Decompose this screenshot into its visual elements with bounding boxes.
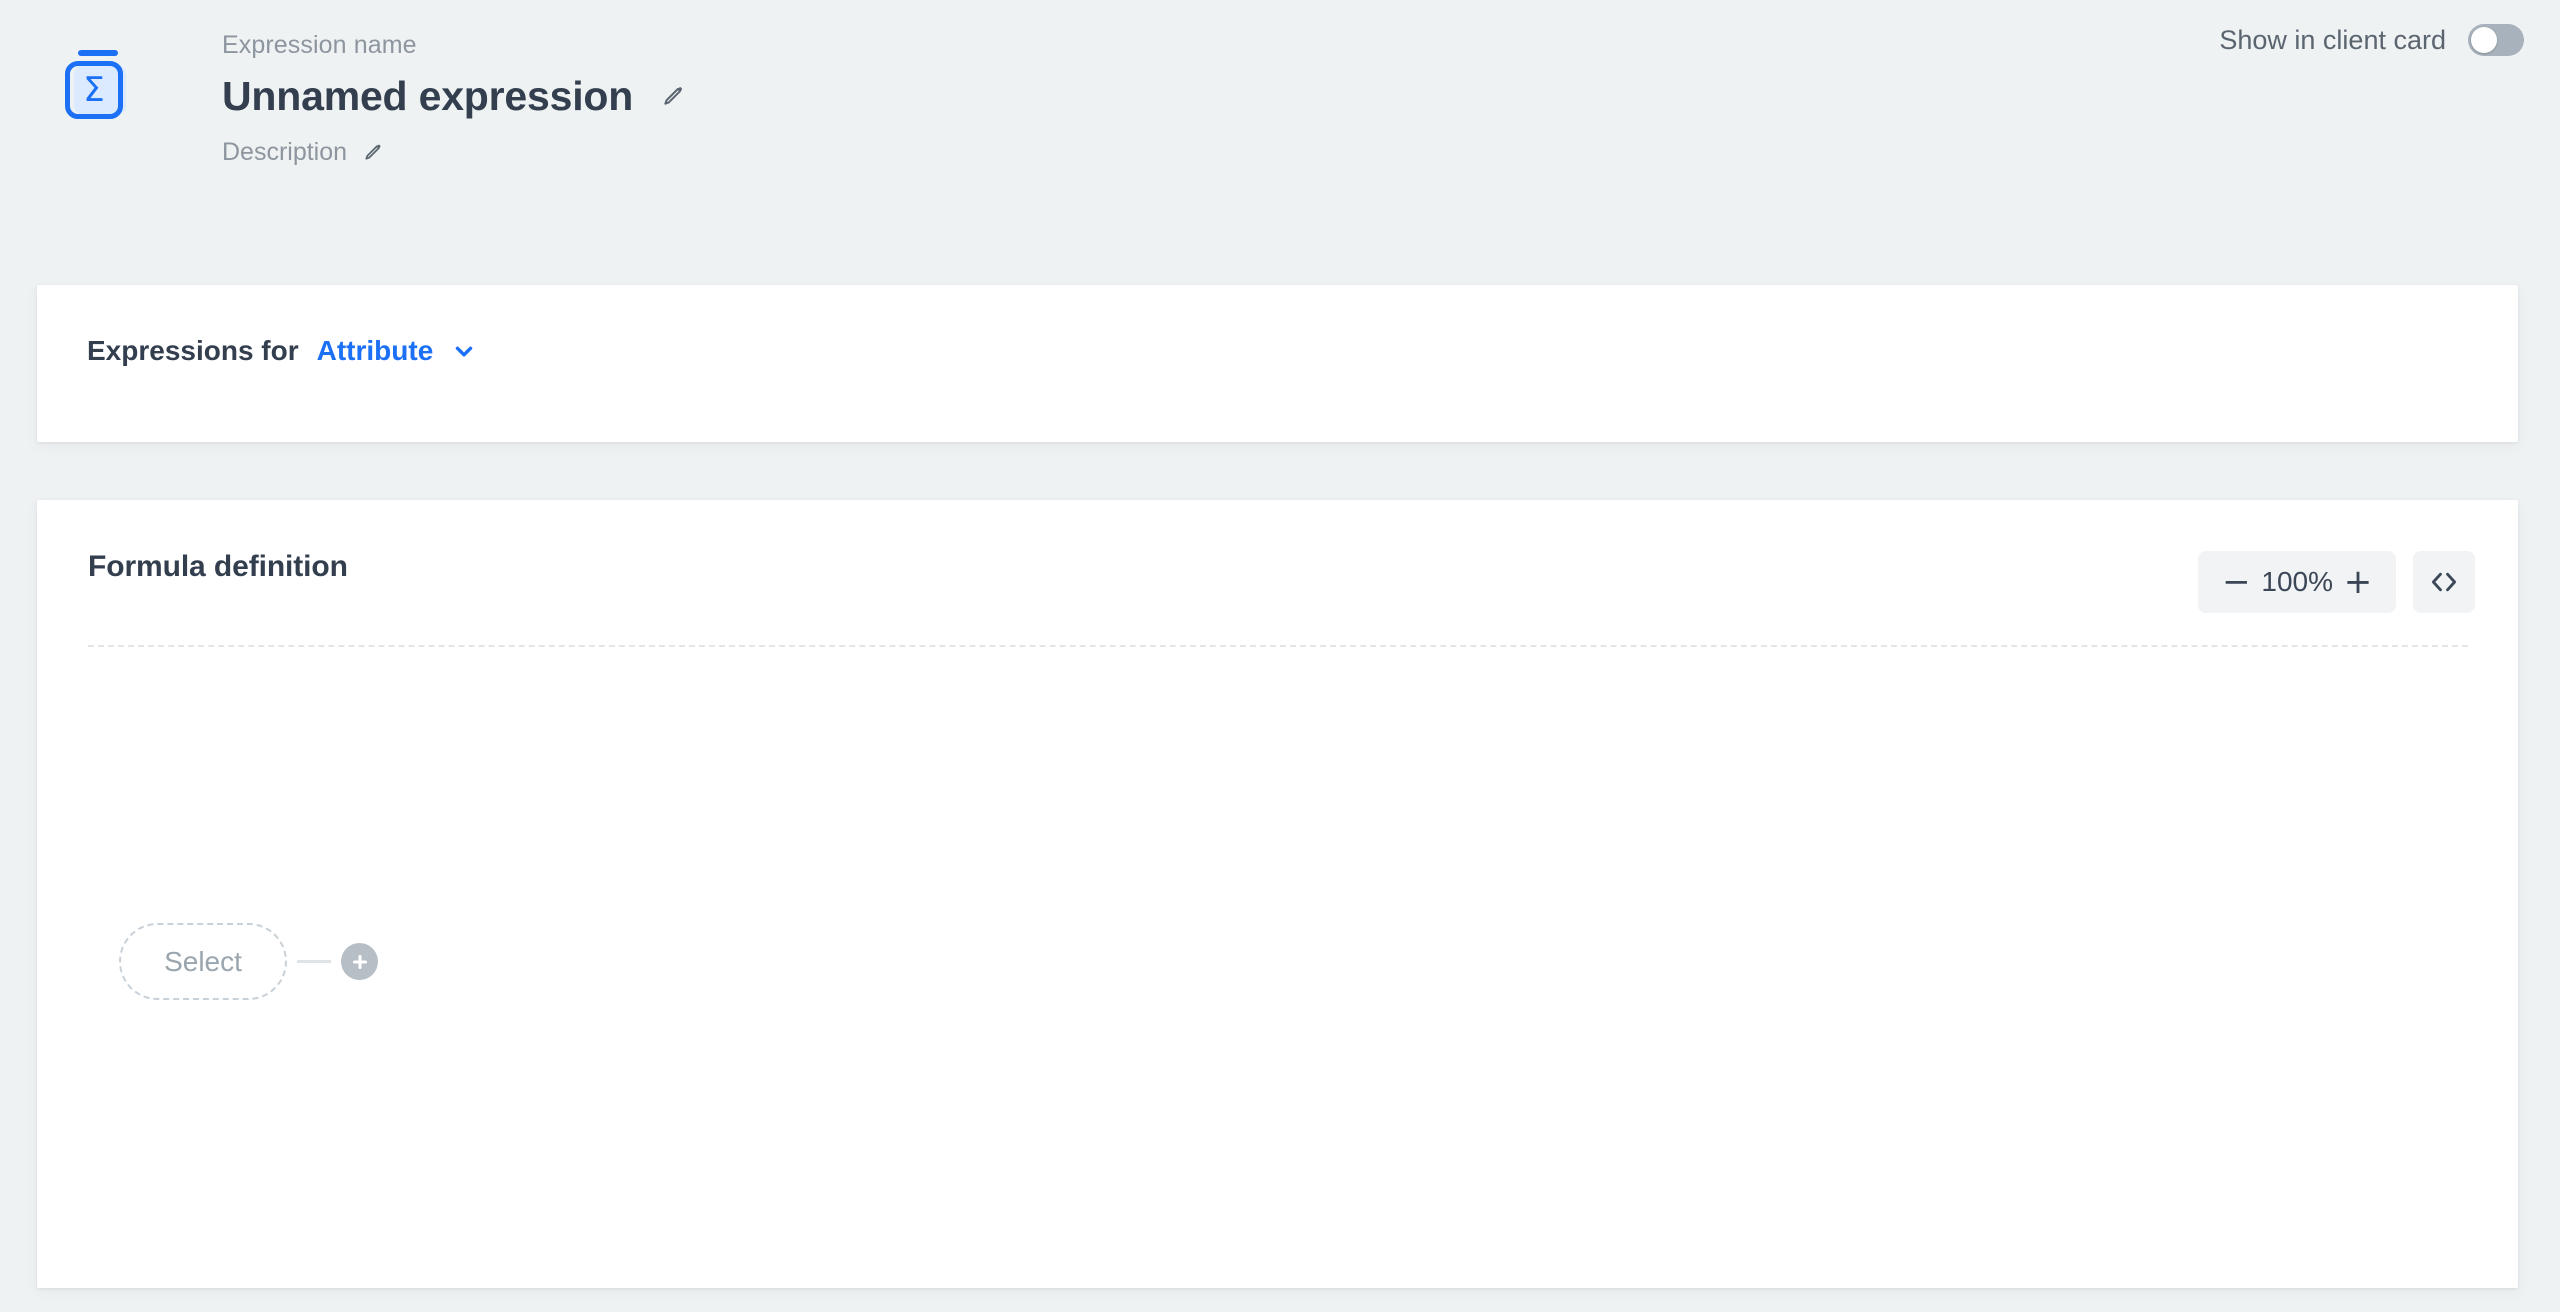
expression-name-label: Expression name	[222, 31, 417, 59]
show-in-client-card-toggle[interactable]	[2468, 24, 2524, 56]
formula-canvas[interactable]: Select	[38, 660, 2443, 1275]
description-row: Description	[222, 137, 685, 168]
plus-icon	[349, 951, 371, 973]
icon-sigma-glyph: Σ	[83, 70, 105, 110]
chevron-down-icon[interactable]	[451, 338, 477, 364]
formula-node-row: Select	[119, 923, 378, 1000]
page-title: Unnamed expression	[222, 73, 634, 120]
expressions-for-row: Expressions for Attribute	[87, 335, 477, 367]
edit-name-pencil-icon[interactable]	[659, 84, 685, 110]
expression-sigma-icon: Σ	[52, 38, 126, 119]
node-connector-line	[297, 960, 331, 963]
select-node[interactable]: Select	[119, 923, 287, 1000]
toggle-knob	[2471, 27, 2497, 53]
page-header: Σ Expression name Unnamed expression Des…	[0, 0, 2560, 285]
show-in-client-card-label: Show in client card	[2219, 24, 2446, 55]
icon-top-bar	[78, 50, 118, 56]
zoom-out-button[interactable]: −	[2221, 565, 2251, 599]
zoom-in-button[interactable]: +	[2343, 565, 2373, 599]
header-text-group: Expression name Unnamed expression Descr…	[222, 30, 685, 169]
header-identity-block: Σ Expression name Unnamed expression Des…	[52, 30, 685, 169]
zoom-level-value: 100%	[2261, 566, 2333, 597]
description-label: Description	[222, 138, 348, 167]
expressions-for-card: Expressions for Attribute	[37, 285, 2518, 442]
formula-header-divider	[88, 645, 2468, 647]
add-node-button[interactable]	[341, 943, 378, 980]
formula-definition-title: Formula definition	[88, 550, 348, 583]
code-brackets-icon	[2427, 565, 2461, 599]
expressions-for-select[interactable]: Attribute	[317, 335, 434, 367]
code-view-button[interactable]	[2413, 551, 2475, 613]
zoom-pill: − 100% +	[2198, 551, 2396, 613]
zoom-controls: − 100% +	[2198, 551, 2475, 613]
select-node-label: Select	[164, 945, 242, 977]
expressions-for-label: Expressions for	[87, 335, 299, 366]
expression-name-row: Unnamed expression	[222, 73, 685, 120]
show-in-client-card-control[interactable]: Show in client card	[2219, 24, 2524, 56]
edit-description-pencil-icon[interactable]	[361, 142, 383, 164]
